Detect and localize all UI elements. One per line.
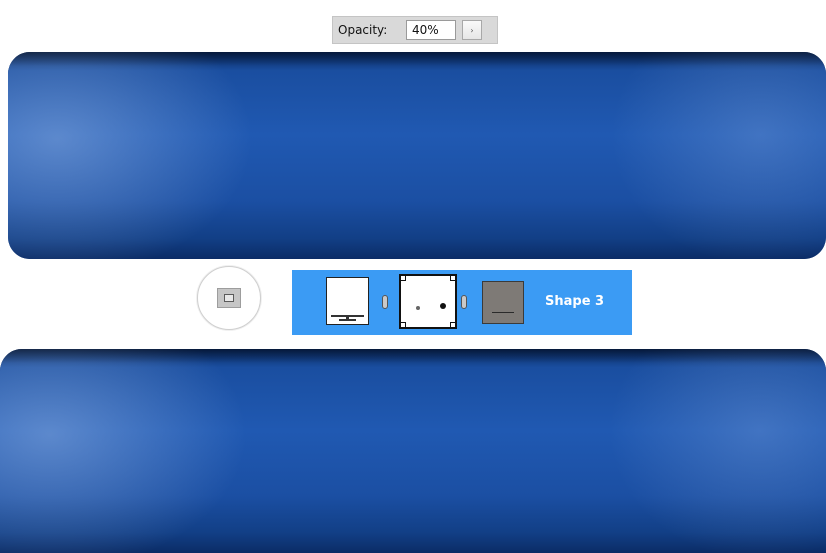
opacity-panel: Opacity: ›	[332, 16, 498, 44]
layer-name[interactable]: Shape 3	[545, 294, 604, 309]
glossy-bar-bottom	[0, 349, 826, 553]
opacity-input[interactable]	[406, 20, 456, 40]
chain-link-icon[interactable]	[461, 295, 467, 309]
layer-mask-icon	[217, 288, 241, 308]
opacity-label: Opacity:	[338, 23, 388, 37]
opacity-dropdown-arrow-icon[interactable]: ›	[462, 20, 482, 40]
layer-row-shape-3[interactable]: Shape 3	[292, 270, 632, 335]
chain-link-icon[interactable]	[382, 295, 388, 309]
glossy-bar-top	[8, 52, 826, 259]
layer-mask-thumbnail[interactable]	[482, 281, 524, 324]
vector-mask-thumbnail[interactable]	[399, 274, 457, 329]
layer-thumbnail[interactable]	[326, 277, 369, 325]
add-layer-mask-button[interactable]	[197, 266, 261, 330]
